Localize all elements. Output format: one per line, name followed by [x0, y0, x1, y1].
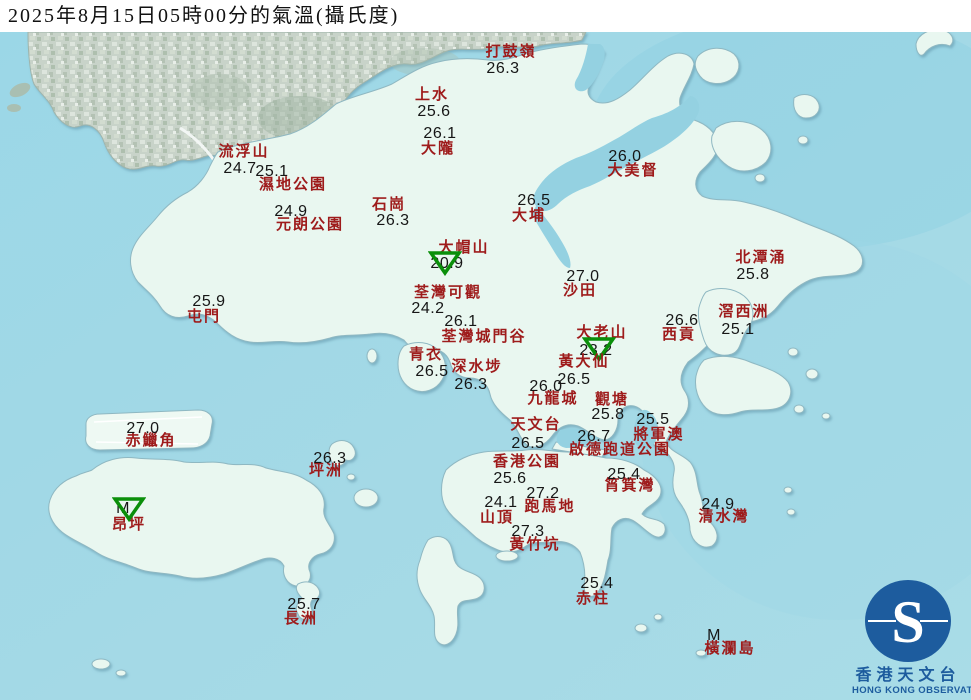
- station-value: 24.1: [484, 494, 518, 511]
- station-value: 26.3: [313, 450, 347, 467]
- station-name: 赤柱: [575, 591, 611, 607]
- station-value: 25.5: [636, 411, 670, 428]
- station-name: 打鼓嶺: [485, 44, 537, 60]
- station-name: 深水埗: [451, 359, 503, 375]
- station-value: 25.7: [287, 596, 321, 613]
- hko-logo-english: HONG KONG OBSERVATORY: [852, 685, 971, 697]
- triangle-marker-icon: [427, 250, 463, 277]
- page-title: 2025年8月15日05時00分的氣溫(攝氏度): [8, 5, 400, 27]
- station-value: 24.7: [223, 160, 257, 177]
- station-name: 大隴: [420, 141, 456, 157]
- hko-logo-icon: S: [865, 580, 951, 662]
- station-value: 26.0: [529, 378, 563, 395]
- station-value: 26.3: [486, 60, 520, 77]
- station-value: 25.6: [493, 470, 527, 487]
- station-name: 上水: [414, 87, 450, 103]
- station-value: 27.2: [526, 485, 560, 502]
- station-value: 26.5: [415, 363, 449, 380]
- station-layer: 打鼓嶺 26.3 上水 25.6 大隴 26.1 流浮山 24.7 濕地公園 2…: [0, 0, 971, 700]
- station-name: 屯門: [186, 309, 222, 325]
- station-name: 北潭涌: [735, 250, 787, 266]
- station-value: 26.3: [454, 376, 488, 393]
- station-value: 25.4: [580, 575, 614, 592]
- station-name: 青衣: [408, 347, 444, 363]
- station-value: 26.3: [376, 212, 410, 229]
- station-value: 24.9: [701, 496, 735, 513]
- station-value: 26.7: [577, 428, 611, 445]
- station-value: 26.5: [517, 192, 551, 209]
- title-bar: 2025年8月15日05時00分的氣溫(攝氏度): [0, 0, 971, 32]
- station-name: 荃灣城門谷: [441, 329, 527, 345]
- station-value: 25.9: [192, 293, 226, 310]
- station-value: 27.3: [511, 523, 545, 540]
- station-value: 25.8: [591, 406, 625, 423]
- station-value: 24.2: [411, 300, 445, 317]
- station-value: 27.0: [566, 268, 600, 285]
- triangle-marker-icon: [111, 496, 147, 523]
- hko-logo-chinese: 香港天文台: [855, 667, 961, 684]
- station-value: 25.4: [607, 466, 641, 483]
- station-value: 24.9: [274, 203, 308, 220]
- station-name: 滘西洲: [718, 304, 770, 320]
- station-value: 26.0: [608, 148, 642, 165]
- station-name: 山頂: [479, 510, 515, 526]
- hko-temperature-map: 2025年8月15日05時00分的氣溫(攝氏度) 打鼓嶺 26.3 上水 25.…: [0, 0, 971, 700]
- station-value: 26.6: [665, 312, 699, 329]
- station-value: 25.8: [736, 266, 770, 283]
- station-value: 26.1: [444, 313, 478, 330]
- station-value: 26.5: [511, 435, 545, 452]
- station-name: 流浮山: [218, 144, 270, 160]
- svg-text:S: S: [891, 589, 924, 655]
- station-name: 大埔: [511, 208, 547, 224]
- station-name: 黃大仙: [558, 354, 610, 370]
- station-name: 香港公園: [492, 454, 562, 470]
- station-value: 25.1: [721, 321, 755, 338]
- station-value: 25.1: [255, 163, 289, 180]
- station-value: 27.0: [126, 420, 160, 437]
- station-value: 25.6: [417, 103, 451, 120]
- station-value: M: [707, 627, 721, 644]
- station-value: 26.1: [423, 125, 457, 142]
- station-name: 天文台: [510, 417, 562, 433]
- hko-logo: S 香港天文台 HONG KONG OBSERVATORY: [852, 578, 971, 697]
